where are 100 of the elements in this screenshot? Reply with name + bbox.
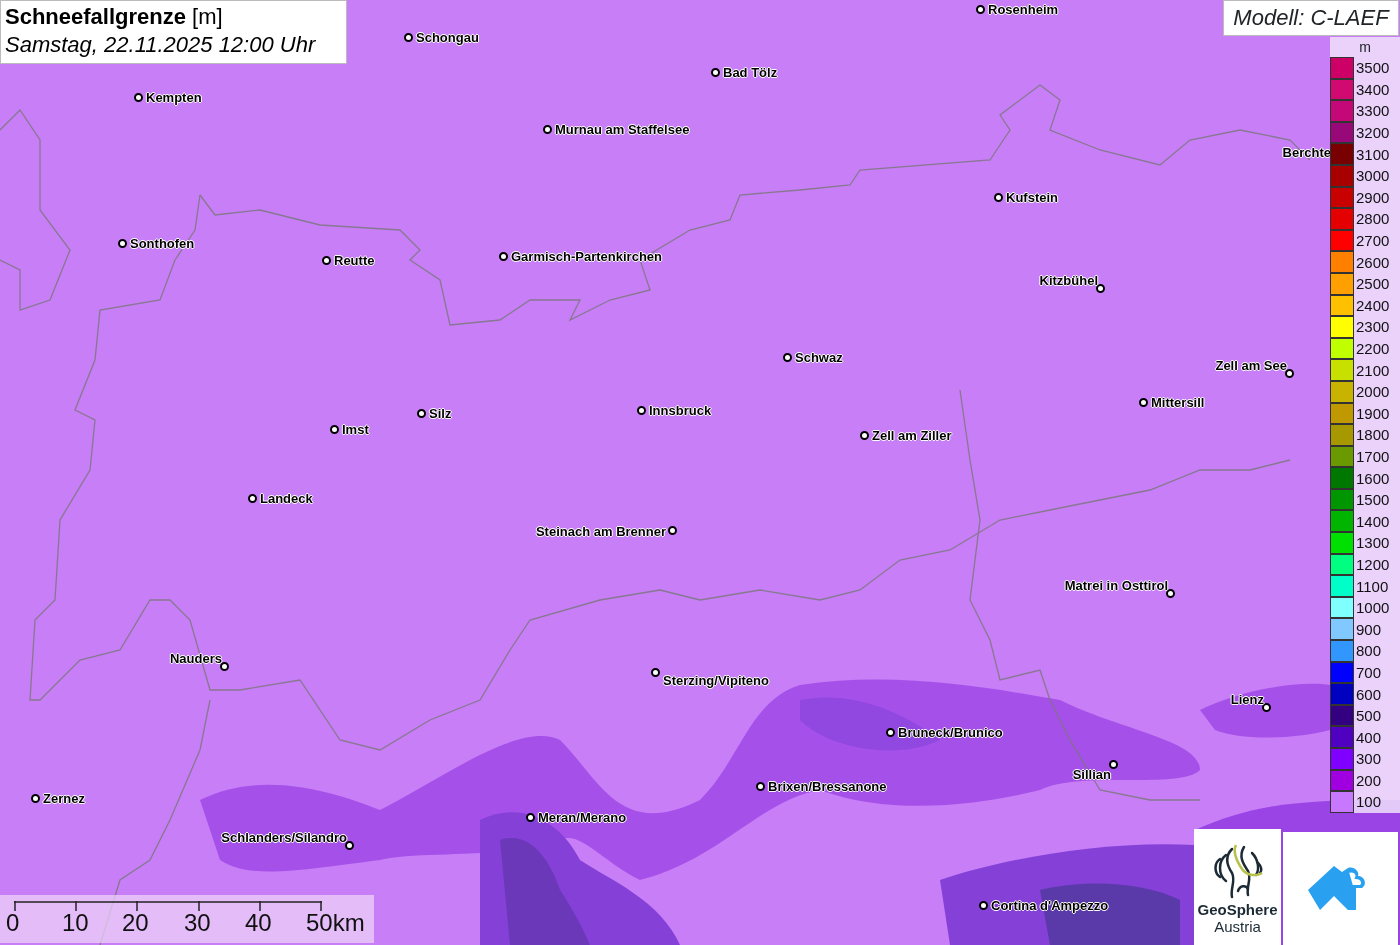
- legend-label: 2800: [1355, 211, 1390, 227]
- city-label: Silz: [429, 405, 452, 423]
- model-label: Modell: C-LAEF: [1223, 0, 1399, 36]
- city-label: Zell am See: [1215, 357, 1287, 375]
- legend-label: 2000: [1355, 384, 1390, 400]
- city-marker-icon: [756, 782, 765, 792]
- city-marker-icon: [860, 431, 869, 441]
- city-marker-icon: [543, 125, 552, 135]
- legend-label: 2700: [1355, 233, 1390, 249]
- legend-label: 2100: [1355, 362, 1390, 378]
- city-label: Kufstein: [1006, 189, 1058, 207]
- city-label: Berchte: [1282, 144, 1331, 162]
- city-marker-icon: [526, 813, 535, 823]
- city-marker-icon: [1262, 703, 1271, 712]
- city-label: Nauders: [169, 650, 222, 668]
- legend-label: 300: [1355, 751, 1382, 767]
- scale-label: 10: [62, 911, 89, 935]
- city-marker-icon: [783, 353, 792, 363]
- city-marker-icon: [330, 425, 339, 435]
- legend-label: 1300: [1355, 535, 1390, 551]
- city-marker-icon: [637, 406, 646, 416]
- legend-label: 900: [1355, 621, 1382, 637]
- legend-label: 2400: [1355, 297, 1390, 313]
- city-marker-icon: [668, 526, 677, 535]
- city-label: Cortina d'Ampezzo: [991, 897, 1109, 915]
- city-marker-icon: [417, 409, 426, 419]
- city-label: Zell am Ziller: [872, 427, 952, 445]
- city-label: Meran/Merano: [538, 809, 627, 827]
- city-marker-icon: [134, 93, 143, 103]
- city-label: Sillian: [1072, 766, 1111, 784]
- logo-text: Austria: [1214, 918, 1261, 935]
- city-marker-icon: [1109, 760, 1118, 769]
- city-marker-icon: [976, 5, 985, 15]
- legend-unit: m: [1358, 38, 1372, 57]
- city-label: Garmisch-Partenkirchen: [511, 248, 662, 266]
- legend-label: 3000: [1355, 168, 1390, 184]
- legend-label: 200: [1355, 772, 1382, 788]
- city-marker-icon: [711, 68, 720, 78]
- city-label: Brixen/Bressanone: [768, 778, 887, 796]
- legend-label: 1200: [1355, 556, 1390, 572]
- city-label: Kitzbühel: [1039, 272, 1098, 290]
- city-marker-icon: [220, 662, 229, 671]
- legend-label: 3500: [1355, 60, 1390, 76]
- legend-label: 1900: [1355, 405, 1390, 421]
- legend-label: 800: [1355, 643, 1382, 659]
- legend-label: 2300: [1355, 319, 1390, 335]
- city-marker-icon: [994, 193, 1003, 203]
- legend-label: 700: [1355, 664, 1382, 680]
- city-label: Kempten: [146, 89, 202, 107]
- legend-label: 1100: [1355, 578, 1389, 594]
- city-label: Bad Tölz: [723, 64, 778, 82]
- legend-label: 500: [1355, 708, 1382, 724]
- city-label: Lienz: [1230, 691, 1264, 709]
- city-label: Mittersill: [1151, 394, 1205, 412]
- forecast-datetime: Samstag, 22.11.2025 12:00 Uhr: [5, 31, 317, 59]
- legend-label: 2500: [1355, 276, 1390, 292]
- city-label: Innsbruck: [649, 402, 712, 420]
- city-label: Schwaz: [795, 349, 843, 367]
- scale-label: 0: [6, 911, 20, 935]
- map-title: Schneefallgrenze [m]: [5, 3, 224, 31]
- legend-label: 100: [1355, 794, 1382, 810]
- city-label: Imst: [342, 421, 369, 439]
- city-label: Rosenheim: [988, 1, 1059, 19]
- legend-label: 600: [1355, 686, 1382, 702]
- legend-label: 2600: [1355, 254, 1390, 270]
- city-label: Sterzing/Vipiteno: [663, 672, 769, 690]
- legend-label: 1500: [1355, 492, 1390, 508]
- legend-label: 3400: [1355, 81, 1390, 97]
- scale-label: 30: [184, 911, 211, 935]
- legend-label: 1400: [1355, 513, 1390, 529]
- city-label: Schongau: [416, 29, 479, 47]
- scale-label: 40: [245, 911, 272, 935]
- legend-label: 1600: [1355, 470, 1390, 486]
- city-label: Matrei in Osttirol: [1064, 577, 1168, 595]
- city-label: Reutte: [334, 252, 375, 270]
- city-label: Sonthofen: [130, 235, 195, 253]
- city-label: Bruneck/Brunico: [898, 724, 1003, 742]
- city-marker-icon: [248, 494, 257, 504]
- legend-label: 2900: [1355, 189, 1390, 205]
- legend-label: 3300: [1355, 103, 1390, 119]
- city-label: Landeck: [260, 490, 313, 508]
- legend-label: 3100: [1355, 146, 1390, 162]
- legend-label: 1000: [1355, 600, 1390, 616]
- city-label: Steinach am Brenner: [535, 523, 666, 541]
- scale-label: 50km: [306, 911, 365, 935]
- city-marker-icon: [345, 841, 354, 850]
- city-marker-icon: [1096, 284, 1105, 293]
- city-marker-icon: [886, 728, 895, 738]
- city-marker-icon: [1166, 589, 1175, 598]
- city-marker-icon: [651, 668, 660, 678]
- city-marker-icon: [118, 239, 127, 249]
- city-marker-icon: [499, 252, 508, 262]
- legend-label: 3200: [1355, 125, 1390, 141]
- city-marker-icon: [979, 901, 988, 911]
- legend-label: 1700: [1355, 449, 1390, 464]
- city-marker-icon: [1285, 369, 1294, 378]
- city-marker-icon: [322, 256, 331, 266]
- legend-label: 400: [1355, 729, 1382, 745]
- scale-label: 20: [122, 911, 149, 935]
- city-label: Murnau am Staffelsee: [555, 121, 690, 139]
